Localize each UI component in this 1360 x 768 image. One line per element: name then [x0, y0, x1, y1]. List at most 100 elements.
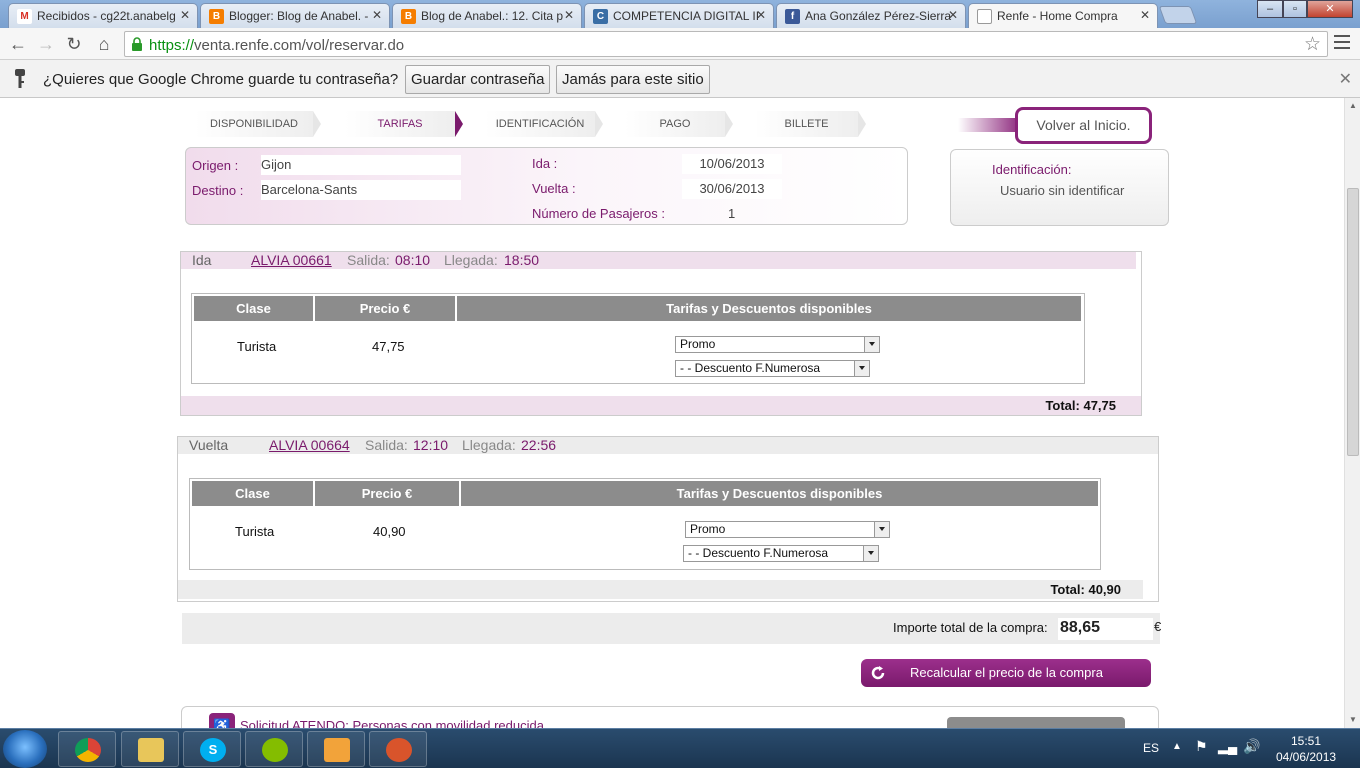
- start-button[interactable]: [3, 730, 47, 768]
- close-icon[interactable]: ✕: [1140, 8, 1150, 22]
- salida-label: Salida:: [347, 252, 390, 268]
- window-close-button[interactable]: ✕: [1307, 0, 1353, 18]
- column-header: Clase: [192, 481, 313, 506]
- train-link[interactable]: ALVIA 00664: [269, 437, 350, 453]
- accessibility-icon: ♿: [209, 713, 235, 728]
- llegada-label: Llegada:: [444, 252, 498, 268]
- scroll-up-icon[interactable]: ▲: [1349, 101, 1357, 110]
- key-icon: [15, 69, 25, 88]
- close-icon[interactable]: ✕: [372, 8, 382, 22]
- close-icon[interactable]: ✕: [756, 8, 766, 22]
- leg-vuelta: Vuelta ALVIA 00664 Salida: 12:10 Llegada…: [177, 436, 1159, 602]
- taskbar-spotify[interactable]: [245, 731, 303, 767]
- reload-icon[interactable]: ↻: [62, 32, 86, 56]
- column-header: Tarifas y Descuentos disponibles: [457, 296, 1081, 321]
- media-player-icon: [324, 738, 350, 762]
- importe-label: Importe total de la compra:: [893, 620, 1048, 635]
- tab-blog-anabel[interactable]: B Blog de Anabel.: 12. Cita p ✕: [392, 3, 582, 28]
- dropdown-arrow-icon: [874, 522, 889, 537]
- page-scrollbar[interactable]: ▲ ▼: [1344, 98, 1360, 728]
- ida-label: Ida :: [532, 156, 558, 171]
- skype-icon: S: [200, 738, 226, 762]
- app-icon: [386, 738, 412, 762]
- page-icon: [977, 9, 992, 24]
- volver-inicio-button[interactable]: Volver al Inicio.: [1015, 107, 1152, 144]
- url-text: https://venta.renfe.com/vol/reservar.do: [149, 37, 405, 54]
- close-icon[interactable]: ✕: [948, 8, 958, 22]
- tab-competencia[interactable]: C COMPETENCIA DIGITAL II ✕: [584, 3, 774, 28]
- trip-summary: Origen : Gijon Destino : Barcelona-Sants…: [185, 147, 908, 225]
- show-hidden-icons[interactable]: ▲: [1172, 741, 1182, 752]
- spotify-icon: [262, 738, 288, 762]
- password-infobar: ¿Quieres que Google Chrome guarde tu con…: [0, 60, 1360, 98]
- descuento-select[interactable]: - - Descuento F.Numerosa: [683, 545, 879, 562]
- flag-icon[interactable]: ⚑: [1195, 738, 1208, 755]
- dropdown-arrow-icon: [854, 361, 869, 376]
- identification-box: Identificación: Usuario sin identificar: [950, 149, 1169, 226]
- destino-value: Barcelona-Sants: [261, 180, 461, 200]
- clock-date[interactable]: 04/06/2013: [1276, 750, 1336, 764]
- tab-facebook[interactable]: f Ana González Pérez-Sierra ✕: [776, 3, 966, 28]
- back-icon[interactable]: ←: [6, 32, 30, 56]
- clock-time[interactable]: 15:51: [1291, 734, 1321, 748]
- close-icon[interactable]: ✕: [180, 8, 190, 22]
- descuento-select[interactable]: - - Descuento F.Numerosa: [675, 360, 870, 377]
- step-tarifas: TARIFAS: [345, 111, 463, 137]
- close-icon[interactable]: ✕: [1339, 69, 1352, 89]
- tab-label: Recibidos - cg22t.anabelg: [37, 9, 176, 23]
- tab-renfe[interactable]: Renfe - Home Compra ✕: [968, 3, 1158, 28]
- forward-icon[interactable]: →: [34, 32, 58, 56]
- language-indicator[interactable]: ES: [1143, 741, 1159, 755]
- destino-label: Destino :: [192, 183, 244, 198]
- fare-table: Clase Precio € Tarifas y Descuentos disp…: [189, 478, 1101, 570]
- volume-icon[interactable]: 🔊: [1243, 738, 1260, 755]
- facebook-icon: f: [785, 9, 800, 24]
- step-pago: PAGO: [625, 111, 733, 137]
- dropdown-arrow-icon: [863, 546, 878, 561]
- salida-time: 12:10: [413, 437, 449, 453]
- precio-cell: 40,90: [373, 524, 406, 539]
- menu-icon[interactable]: [1334, 35, 1350, 49]
- atendo-button[interactable]: [947, 717, 1125, 728]
- column-header: Clase: [194, 296, 313, 321]
- currency-symbol: €: [1154, 619, 1162, 634]
- star-icon[interactable]: ☆: [1304, 33, 1321, 56]
- tab-label: Ana González Pérez-Sierra: [805, 9, 952, 23]
- chrome-icon: [75, 738, 101, 762]
- address-bar[interactable]: https://venta.renfe.com/vol/reservar.do …: [124, 31, 1328, 57]
- tab-blogger[interactable]: B Blogger: Blog de Anabel. - ✕: [200, 3, 390, 28]
- chevron-right-icon: [858, 111, 866, 137]
- scroll-thumb[interactable]: [1347, 188, 1359, 456]
- tab-gmail[interactable]: M Recibidos - cg22t.anabelg ✕: [8, 3, 198, 28]
- origen-value: Gijon: [261, 155, 461, 175]
- infobar-message: ¿Quieres que Google Chrome guarde tu con…: [43, 71, 399, 88]
- importe-total-bar: Importe total de la compra: 88,65 €: [182, 613, 1162, 644]
- network-icon[interactable]: ▂▄: [1218, 739, 1237, 755]
- identificacion-value: Usuario sin identificar: [1000, 183, 1125, 198]
- save-password-button[interactable]: Guardar contraseña: [405, 65, 551, 94]
- importe-value: 88,65: [1058, 618, 1153, 640]
- tarifa-select[interactable]: Promo: [675, 336, 880, 353]
- recalcular-button[interactable]: Recalcular el precio de la compra: [861, 659, 1151, 687]
- taskbar-chrome[interactable]: [58, 731, 116, 767]
- taskbar-skype[interactable]: S: [183, 731, 241, 767]
- train-link[interactable]: ALVIA 00661: [251, 252, 332, 268]
- home-icon[interactable]: ⌂: [92, 32, 116, 56]
- column-header: Tarifas y Descuentos disponibles: [461, 481, 1098, 506]
- scroll-down-icon[interactable]: ▼: [1349, 715, 1357, 724]
- new-tab-button[interactable]: [1158, 6, 1198, 24]
- close-icon[interactable]: ✕: [564, 8, 574, 22]
- dropdown-arrow-icon: [864, 337, 879, 352]
- taskbar-app[interactable]: [369, 731, 427, 767]
- volver-decoration: [958, 118, 1022, 132]
- minimize-button[interactable]: –: [1257, 0, 1283, 18]
- salida-time: 08:10: [395, 252, 431, 268]
- tab-label: Renfe - Home Compra: [997, 9, 1118, 23]
- atendo-link[interactable]: Solicitud ATENDO: Personas con movilidad…: [240, 718, 544, 728]
- tarifa-select[interactable]: Promo: [685, 521, 890, 538]
- taskbar-media-player[interactable]: [307, 731, 365, 767]
- maximize-button[interactable]: ▫: [1283, 0, 1307, 18]
- never-save-button[interactable]: Jamás para este sitio: [556, 65, 710, 94]
- taskbar-explorer[interactable]: [121, 731, 179, 767]
- chevron-right-icon: [313, 111, 321, 137]
